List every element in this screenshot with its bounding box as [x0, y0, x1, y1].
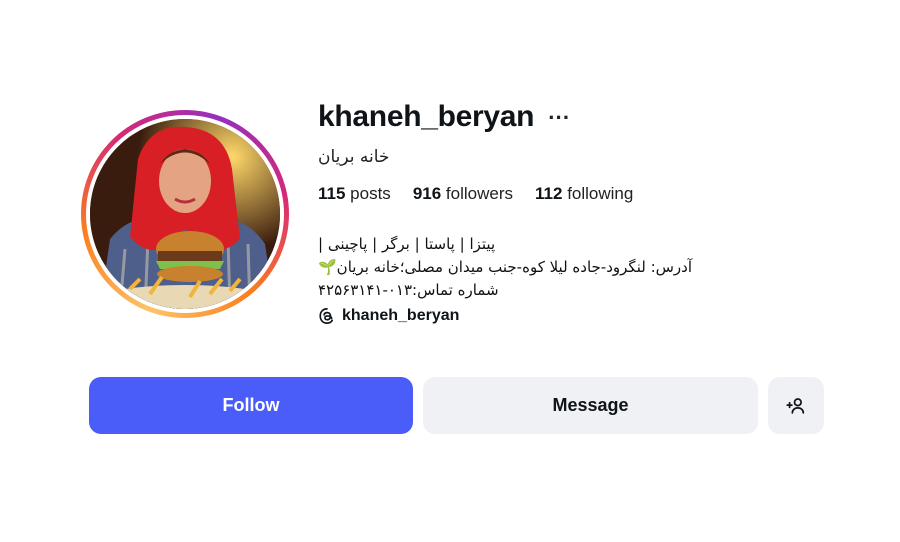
followers-label: followers [445, 184, 514, 203]
full-name: خانه بریان [318, 147, 390, 167]
followers-stat[interactable]: 916 followers [413, 184, 513, 204]
posts-count: 115 [318, 184, 346, 203]
add-user-button[interactable] [768, 377, 824, 434]
avatar-image [90, 119, 280, 309]
avatar-story-ring[interactable] [81, 110, 289, 318]
threads-link[interactable]: khaneh_beryan [318, 307, 459, 325]
threads-handle: khaneh_beryan [342, 307, 460, 324]
threads-icon [319, 308, 334, 324]
following-count: 112 [535, 184, 563, 203]
avatar-frame [86, 115, 284, 313]
posts-stat: 115 posts [318, 184, 391, 204]
following-label: following [567, 184, 634, 203]
profile-stats: 115 posts 916 followers 112 following [318, 184, 633, 204]
following-stat[interactable]: 112 following [535, 184, 633, 204]
more-icon[interactable]: ··· [548, 107, 570, 129]
bio-line: آدرس: لنگرود-جاده لیلا کوه-جنب میدان مصل… [318, 258, 693, 276]
follow-button[interactable]: Follow [89, 377, 413, 434]
avatar [90, 119, 280, 309]
followers-count: 916 [412, 184, 442, 203]
bio: پیتزا | پاستا | برگر | پاچینی | آدرس: لن… [318, 233, 758, 302]
message-button[interactable]: Message [423, 377, 758, 434]
add-user-icon [786, 397, 805, 414]
username: khaneh_beryan [318, 100, 535, 133]
bio-line: پیتزا | پاستا | برگر | پاچینی | [318, 235, 496, 253]
posts-label: posts [350, 184, 391, 203]
profile-page: khaneh_beryan ··· خانه بریان 115 posts 9… [0, 0, 900, 542]
username-row: khaneh_beryan ··· [318, 100, 570, 134]
bio-line: شماره تماس:۰۱۳-۴۲۵۶۳۱۴۱ [318, 281, 499, 299]
